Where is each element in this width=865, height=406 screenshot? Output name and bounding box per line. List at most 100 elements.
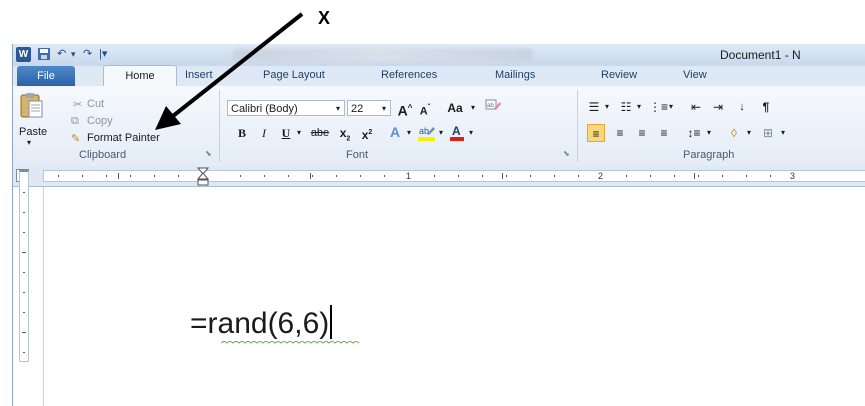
ruler-mark: 3 xyxy=(790,171,796,181)
bullets-icon[interactable]: ☰ xyxy=(585,98,603,116)
horizontal-ruler: └ 1 2 3 xyxy=(13,166,865,187)
ruler-strip[interactable]: 1 2 3 xyxy=(43,170,865,182)
shading-icon[interactable]: ◊ xyxy=(725,124,743,142)
annotation-label: X xyxy=(318,8,331,28)
paste-dropdown-icon[interactable]: ▾ xyxy=(27,138,31,147)
highlight-dropdown-icon[interactable]: ▾ xyxy=(437,124,445,142)
shrink-font-button[interactable]: Aˇ xyxy=(417,99,433,118)
paste-button-label[interactable]: Paste xyxy=(19,126,47,138)
change-case-button[interactable]: Aa xyxy=(443,99,467,117)
tab-references[interactable]: References xyxy=(381,69,437,81)
paste-icon[interactable] xyxy=(19,92,45,125)
numbering-dropdown-icon[interactable]: ▾ xyxy=(635,98,643,116)
bold-button[interactable]: B xyxy=(235,124,249,142)
vertical-ruler xyxy=(19,170,29,362)
save-icon[interactable] xyxy=(37,47,51,63)
tab-page-layout[interactable]: Page Layout xyxy=(263,69,325,81)
underline-button[interactable]: U xyxy=(279,124,293,142)
show-formatting-icon[interactable]: ¶ xyxy=(757,98,775,116)
vertical-ruler-ticks xyxy=(22,192,26,353)
tab-review[interactable]: Review xyxy=(601,69,637,81)
increase-indent-icon[interactable]: ⇥ xyxy=(709,98,727,116)
word-window: W ↶ ▾ ↷ |▾ Document1 - N File Home Inser… xyxy=(12,44,865,406)
font-color-dropdown-icon[interactable]: ▾ xyxy=(467,124,475,142)
numbering-icon[interactable]: ☷ xyxy=(617,98,635,116)
format-painter-icon[interactable]: ✎ xyxy=(71,132,80,145)
cut-icon[interactable]: ✂ xyxy=(73,98,82,111)
ruler-ticks xyxy=(58,173,771,179)
tab-view[interactable]: View xyxy=(683,69,707,81)
subscript-button[interactable]: x2 xyxy=(337,124,353,142)
change-case-icon: Aa xyxy=(447,101,463,115)
group-separator xyxy=(577,90,578,162)
change-case-dropdown-icon[interactable]: ▾ xyxy=(469,99,477,117)
document-text-content: =rand(6,6) xyxy=(190,307,330,340)
text-cursor xyxy=(330,305,333,339)
chevron-down-icon: ▾ xyxy=(381,104,386,113)
copy-icon[interactable]: ⧉ xyxy=(71,115,79,128)
underline-dropdown-icon[interactable]: ▾ xyxy=(295,124,303,142)
align-center-icon[interactable]: ≡ xyxy=(611,124,629,142)
font-launcher-icon[interactable]: ⬊ xyxy=(563,149,570,158)
clipboard-launcher-icon[interactable]: ⬊ xyxy=(205,149,212,158)
ruler-mark: 2 xyxy=(598,171,604,181)
svg-text:ab: ab xyxy=(419,126,429,136)
font-name-value: Calibri (Body) xyxy=(231,103,298,115)
font-size-value: 22 xyxy=(351,103,364,115)
italic-button[interactable]: I xyxy=(257,124,271,142)
tab-insert[interactable]: Insert xyxy=(185,69,213,81)
tab-file[interactable]: File xyxy=(17,66,75,86)
ribbon-home: Paste ▾ ✂ Cut ⧉ Copy ✎ Format Painter Cl… xyxy=(13,86,865,167)
group-separator xyxy=(219,90,220,162)
cut-button-label[interactable]: Cut xyxy=(87,98,104,110)
font-size-combo[interactable]: 22 ▾ xyxy=(347,100,391,116)
document-text[interactable]: =rand(6,6) xyxy=(190,305,333,341)
clipboard-group-label: Clipboard xyxy=(79,149,127,161)
undo-icon[interactable]: ↶ xyxy=(57,47,66,63)
strikethrough-button[interactable]: abe xyxy=(307,124,333,142)
text-effects-icon[interactable]: A xyxy=(385,123,405,141)
shading-dropdown-icon[interactable]: ▾ xyxy=(745,124,753,142)
align-right-icon[interactable]: ≡ xyxy=(633,124,651,142)
grow-font-icon: A xyxy=(397,102,408,119)
borders-dropdown-icon[interactable]: ▾ xyxy=(779,124,787,142)
multilevel-list-icon[interactable]: ⋮≡ xyxy=(649,98,668,116)
svg-text:ab: ab xyxy=(487,103,494,109)
multilevel-dropdown-icon[interactable]: ▾ xyxy=(667,98,675,116)
copy-button-label[interactable]: Copy xyxy=(87,115,113,127)
text-effects-dropdown-icon[interactable]: ▾ xyxy=(405,124,413,142)
format-painter-button-label[interactable]: Format Painter xyxy=(87,132,160,144)
clear-formatting-icon[interactable]: ab xyxy=(483,98,503,116)
paragraph-group-label: Paragraph xyxy=(683,149,735,161)
borders-icon[interactable]: ⊞ xyxy=(759,124,777,142)
svg-text:A: A xyxy=(452,124,461,138)
spelling-squiggle xyxy=(221,341,360,344)
customize-qat-icon[interactable]: |▾ xyxy=(99,47,107,63)
ruler-mark: 1 xyxy=(406,171,412,181)
font-color-icon[interactable]: A xyxy=(449,123,465,147)
tab-mailings[interactable]: Mailings xyxy=(495,69,535,81)
line-spacing-icon[interactable]: ↕≡ xyxy=(685,124,703,142)
title-bar: W ↶ ▾ ↷ |▾ Document1 - N xyxy=(13,44,865,66)
font-name-combo[interactable]: Calibri (Body) ▾ xyxy=(227,100,345,116)
page-edge xyxy=(43,187,44,406)
grow-font-button[interactable]: A^ xyxy=(397,99,413,119)
sort-icon[interactable]: ↓ xyxy=(733,98,751,116)
line-spacing-dropdown-icon[interactable]: ▾ xyxy=(705,124,713,142)
word-logo-icon[interactable]: W xyxy=(16,47,31,62)
document-title: Document1 - N xyxy=(720,48,801,62)
redo-icon[interactable]: ↷ xyxy=(83,47,92,63)
font-group-label: Font xyxy=(346,149,369,161)
blurred-title-region xyxy=(233,49,533,61)
document-canvas[interactable] xyxy=(13,187,865,406)
highlight-icon[interactable]: ab xyxy=(417,124,437,147)
tab-home[interactable]: Home xyxy=(103,65,177,87)
superscript-button[interactable]: x2 xyxy=(359,124,375,142)
chevron-down-icon: ▾ xyxy=(335,104,340,113)
bullets-dropdown-icon[interactable]: ▾ xyxy=(603,98,611,116)
decrease-indent-icon[interactable]: ⇤ xyxy=(687,98,705,116)
justify-icon[interactable]: ≡ xyxy=(655,124,673,142)
shrink-font-icon: A xyxy=(419,105,428,118)
align-left-icon[interactable]: ≡ xyxy=(587,124,605,142)
undo-dropdown-icon[interactable]: ▾ xyxy=(71,49,76,65)
